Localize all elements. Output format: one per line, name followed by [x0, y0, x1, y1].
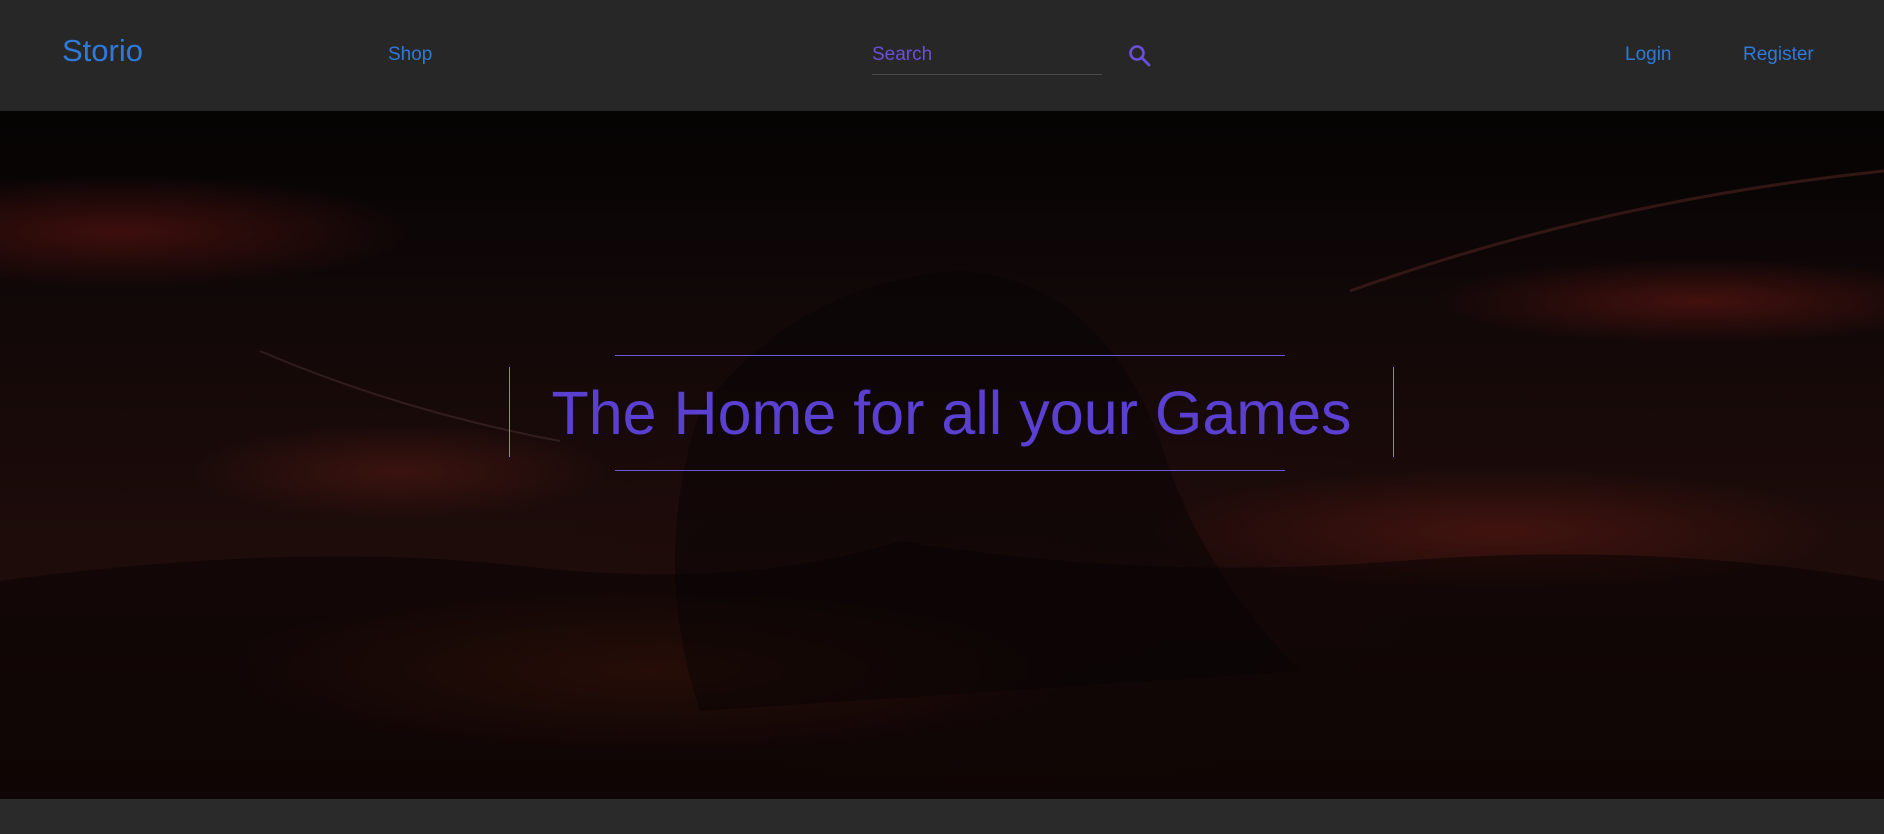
- hero-title: The Home for all your Games: [551, 379, 1352, 447]
- title-bottom-rule: [615, 470, 1285, 471]
- hero-title-frame: The Home for all your Games: [509, 355, 1394, 475]
- search-icon[interactable]: [1127, 43, 1153, 69]
- search-input[interactable]: [872, 42, 1102, 68]
- top-navbar: Storio Shop Login Register: [0, 0, 1884, 111]
- search-field: [872, 42, 1102, 75]
- nav-link-login[interactable]: Login: [1625, 44, 1672, 66]
- brand-logo-link[interactable]: Storio: [62, 33, 143, 69]
- title-top-rule: [615, 355, 1285, 356]
- title-right-bar: [1393, 367, 1394, 457]
- nav-link-register[interactable]: Register: [1743, 44, 1814, 66]
- hero-banner: The Home for all your Games: [0, 111, 1884, 799]
- nav-link-shop[interactable]: Shop: [388, 44, 432, 66]
- footer-strip: [0, 799, 1884, 834]
